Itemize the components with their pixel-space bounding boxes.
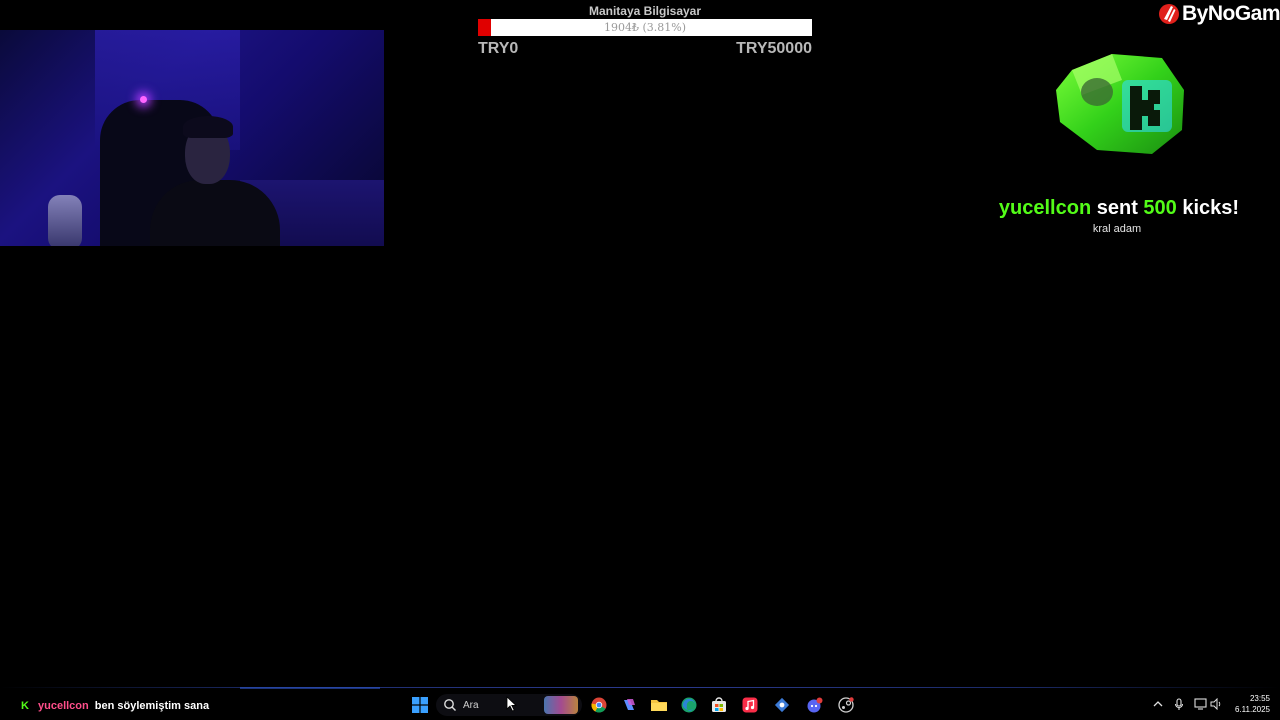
webcam-microphone [48, 195, 82, 246]
goal-max-label: TRY50000 [736, 40, 812, 57]
bynogame-logo-text: ByNoGame [1182, 2, 1280, 25]
chat-username: yucellcon [38, 700, 89, 712]
bynogame-logo: ByNoGame [1158, 2, 1280, 26]
webcam-overlay [0, 30, 384, 246]
chat-message: K yucellcon ben söylemiştim sana [18, 698, 209, 714]
display-icon[interactable] [1193, 697, 1207, 711]
goal-progress-bar: 1904₺ (3.81%) [478, 19, 812, 36]
taskbar-glow [240, 687, 380, 689]
chevron-up-icon[interactable] [1151, 697, 1165, 711]
webcam-person-body [150, 180, 280, 246]
copilot-icon[interactable] [618, 694, 640, 716]
search-icon [444, 699, 456, 711]
edge-icon[interactable] [678, 694, 700, 716]
mouse-cursor-icon [506, 696, 518, 712]
microsoft-store-icon[interactable] [708, 694, 730, 716]
goal-min-label: TRY0 [478, 40, 519, 57]
clock-time: 23:55 [1249, 694, 1270, 703]
kick-gem-icon [1056, 54, 1184, 154]
discord-icon[interactable] [804, 694, 826, 716]
webcam-lamp [140, 96, 147, 103]
windows-start-icon[interactable] [409, 694, 431, 716]
kick-alert-message: kral adam [1092, 223, 1142, 235]
taskbar-clock[interactable]: 23:55 6.11.2025 [1222, 693, 1270, 715]
kick-alert-unit: kicks! [1182, 197, 1240, 219]
search-placeholder: Ara [463, 699, 479, 711]
chat-message-text: ben söylemiştim sana [94, 700, 210, 712]
goal-progress-text: 1904₺ (3.81%) [603, 21, 687, 34]
microphone-icon[interactable] [1172, 697, 1186, 711]
network-app-icon[interactable] [771, 694, 793, 716]
kick-alert-username: yucellcon [998, 197, 1092, 219]
kick-alert-headline: yucellcon sent 500 kicks! [900, 197, 1280, 220]
chrome-icon[interactable] [588, 694, 610, 716]
clock-date: 6.11.2025 [1235, 705, 1270, 714]
taskbar-divider [0, 687, 1280, 688]
bynogame-logo-icon [1159, 4, 1179, 24]
kick-alert-sent-word: sent [1096, 197, 1138, 219]
steam-icon[interactable] [835, 694, 857, 716]
goal-title: Manitaya Bilgisayar [588, 4, 702, 18]
file-explorer-icon[interactable] [648, 694, 670, 716]
kick-alert-amount: 500 [1143, 197, 1177, 219]
apple-music-icon[interactable] [739, 694, 761, 716]
kick-icon: K [21, 700, 29, 712]
webcam-person-hair [183, 116, 233, 138]
speaker-icon[interactable] [1209, 697, 1223, 711]
search-highlight-image [544, 696, 578, 714]
